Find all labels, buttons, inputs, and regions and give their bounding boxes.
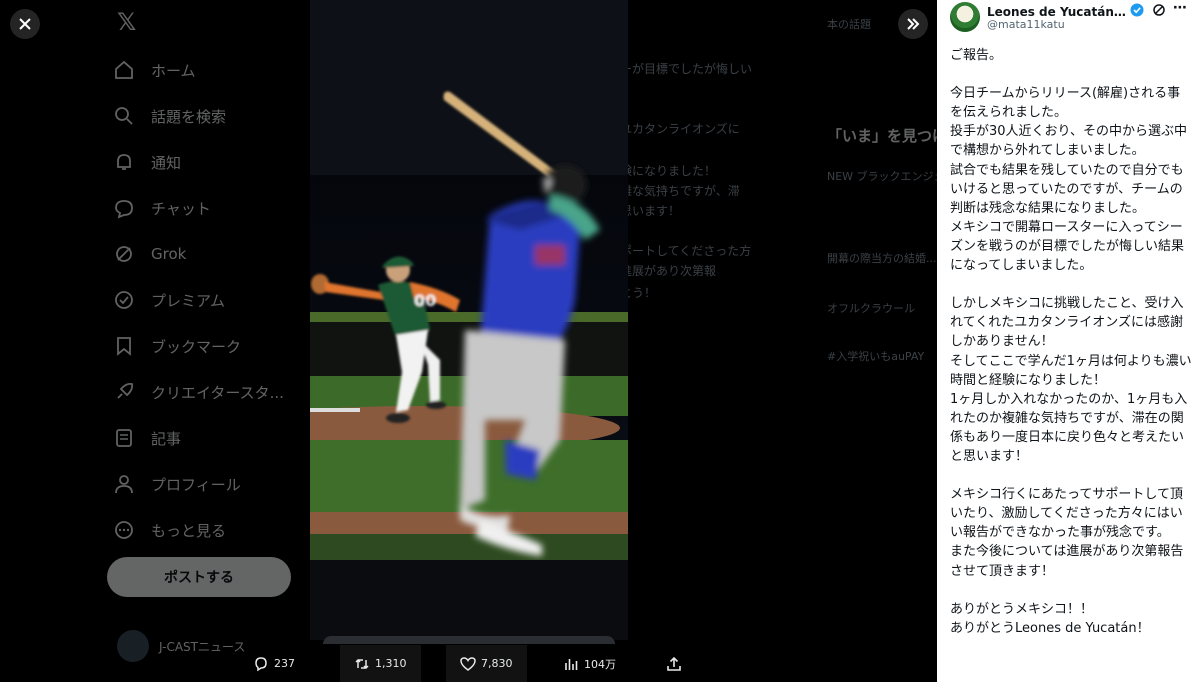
views-button[interactable]: 104万	[563, 645, 616, 682]
collapse-panel-button[interactable]	[898, 9, 928, 39]
media-photo[interactable]: 00 7	[310, 0, 628, 560]
sidebar-item-label: 話題を検索	[151, 107, 227, 126]
batter-helmet-number: 7	[542, 178, 552, 194]
repost-button[interactable]: 1,310	[340, 645, 421, 682]
feed-line: 雑な気持ちですが、滞	[620, 184, 740, 198]
close-button[interactable]	[10, 9, 40, 39]
background-sidebar: 本の話題 「いま」を見つけよう NEW ブラックエンジェ... 開幕の際当方の結…	[827, 0, 937, 682]
verified-badge-icon	[1130, 3, 1144, 17]
like-count: 7,830	[481, 657, 513, 670]
post-text: ご報告。 今日チームからリリース(解雇)される事を伝えられました。 投手が30人…	[950, 48, 1192, 636]
like-button[interactable]: 7,830	[446, 645, 527, 682]
trend-item[interactable]: 開幕の際当方の結婚...	[827, 250, 937, 266]
author-handle[interactable]: @mata11katu	[987, 18, 1065, 31]
post-button[interactable]: ポストする	[107, 557, 291, 597]
repost-icon	[355, 658, 369, 669]
premium-icon	[115, 291, 133, 309]
rocket-icon	[117, 382, 134, 399]
more-circle-icon	[115, 521, 133, 539]
pitcher-jersey-number: 00	[414, 291, 436, 310]
reply-icon	[255, 656, 267, 671]
sidebar-nav: 𝕏 ホーム話題を検索通知チャット Grok プレミアムブックマーククリエイタースタ.…	[105, 0, 305, 682]
article-icon	[116, 429, 132, 447]
sidebar-item-4[interactable]: チャット	[113, 195, 211, 221]
grok-icon[interactable]	[1152, 3, 1166, 17]
bell-icon	[117, 154, 131, 170]
sidebar-item-10[interactable]: プロフィール	[113, 471, 241, 497]
sidebar-item-1[interactable]: ホーム	[113, 57, 196, 83]
reply-count: 237	[274, 657, 295, 670]
sidebar-item-3[interactable]: 通知	[113, 149, 181, 175]
media-tray	[323, 636, 615, 644]
trend-item[interactable]: オフルクラウール	[827, 300, 915, 316]
search-snippet: 本の話題	[827, 18, 871, 31]
author-avatar[interactable]	[950, 2, 980, 32]
sidebar-item-2[interactable]: 話題を検索	[113, 103, 226, 129]
sidebar-item-9[interactable]: 記事	[113, 425, 181, 451]
media-footer	[310, 560, 628, 640]
feed-line: ポートしてくださった方	[620, 244, 752, 258]
heart-icon	[460, 656, 476, 671]
baseball-photo: 00 7	[310, 0, 628, 560]
feed-line: ーが目標でしたが悔しい	[620, 62, 753, 76]
feed-line: 進展があり次第報	[620, 264, 717, 278]
sidebar-item-label: クリエイタースタ...	[151, 383, 284, 402]
bookmark-icon	[117, 337, 131, 356]
feed-line: 思います！	[620, 204, 681, 218]
repost-count: 1,310	[375, 657, 407, 670]
sidebar-item-label: プロフィール	[151, 475, 241, 494]
sidebar-item-11[interactable]: もっと見る	[113, 517, 226, 543]
sidebar-item-label: もっと見る	[151, 521, 227, 540]
trend-item[interactable]: NEW ブラックエンジェ...	[827, 168, 937, 184]
reply-button[interactable]: 237	[253, 645, 295, 682]
grok-icon	[116, 246, 132, 262]
share-button[interactable]	[666, 645, 687, 682]
views-count: 104万	[584, 657, 616, 671]
trend-item[interactable]: #入学祝いもauPAY	[827, 348, 924, 364]
sidebar-item-label: 記事	[151, 429, 182, 448]
background-feed: ーが目標でしたが悔しい ユカタンライオンズに 験になりました！ 雑な気持ちですが…	[620, 0, 780, 682]
search-icon	[115, 107, 133, 125]
sidebar-item-label: 通知	[151, 153, 182, 172]
sidebar-item-5[interactable]: Grok	[113, 241, 186, 267]
sidebar-item-label: ホーム	[151, 61, 196, 80]
sidebar-item-8[interactable]: クリエイタースタ...	[113, 379, 284, 405]
home-icon	[115, 60, 133, 79]
sidebar-item-6[interactable]: プレミアム	[113, 287, 225, 313]
more-options-icon[interactable]: ⋯	[1173, 0, 1187, 16]
sidebar-item-label: チャット	[151, 199, 211, 218]
x-logo-icon[interactable]: 𝕏	[117, 8, 136, 36]
sidebar-item-label: Grok	[151, 245, 187, 263]
sidebar-item-label: ブックマーク	[151, 337, 242, 356]
chat-icon	[115, 200, 133, 219]
explore-header: 「いま」を見つけよう	[827, 127, 937, 145]
close-icon	[19, 18, 31, 30]
views-icon	[565, 658, 578, 670]
sidebar-item-7[interactable]: ブックマーク	[113, 333, 241, 359]
feed-line: 験になりました！	[620, 164, 717, 178]
action-bar: 237 1,310 7,830 104万	[0, 645, 937, 682]
share-icon	[667, 656, 681, 671]
person-icon	[115, 475, 133, 494]
sidebar-item-label: プレミアム	[151, 291, 225, 310]
post-panel: Leones de Yucatán又吉克樹 ⋯ @mata11katu ご報告。…	[937, 0, 1200, 682]
feed-line: ユカタンライオンズに	[620, 122, 740, 136]
chevron-double-right-icon	[907, 18, 920, 30]
